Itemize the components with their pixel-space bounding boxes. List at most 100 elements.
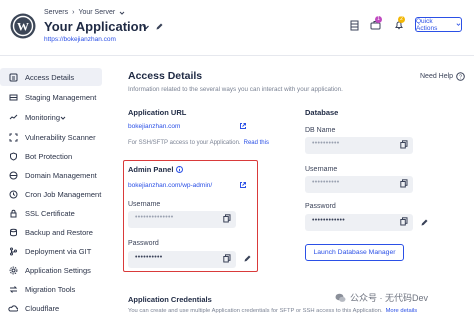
sidebar-item-label: Migration Tools — [25, 284, 76, 294]
watermark: 公众号 · 无代码Dev — [333, 290, 431, 305]
quick-actions-dropdown[interactable]: Quick Actions — [415, 17, 462, 32]
sidebar-item-label: Application Settings — [25, 265, 91, 275]
sidebar-item-label: Staging Management — [25, 92, 97, 102]
db-password-label: Password — [305, 203, 336, 210]
chevron-down-icon — [456, 23, 461, 26]
admin-password-field[interactable]: •••••••••• — [128, 251, 236, 268]
sidebar-item-access-details[interactable]: Access Details — [0, 68, 102, 86]
external-link-icon[interactable] — [239, 122, 247, 130]
copy-icon[interactable] — [223, 214, 231, 223]
breadcrumb-servers[interactable]: Servers — [44, 9, 68, 16]
need-help-link[interactable]: Need Help ? — [420, 72, 465, 81]
sidebar-item-staging-management[interactable]: Staging Management — [0, 88, 102, 106]
launch-database-manager-label: Launch Database Manager — [313, 249, 396, 256]
info-icon[interactable] — [176, 166, 184, 173]
copy-icon[interactable] — [223, 254, 231, 263]
page-title: Access Details — [128, 70, 203, 82]
admin-password-label: Password — [128, 240, 159, 247]
need-help-label: Need Help — [420, 73, 454, 80]
breadcrumb-separator: › — [72, 9, 75, 16]
edit-pencil-icon[interactable] — [155, 22, 164, 31]
external-link-icon[interactable] — [239, 181, 247, 189]
db-username-label: Username — [305, 166, 338, 173]
chevron-down-icon[interactable] — [119, 10, 125, 16]
sidebar-item-cron-job-management[interactable]: Cron Job Management — [0, 185, 102, 203]
credentials-note-text: You can create and use multiple Applicat… — [128, 308, 383, 314]
admin-username-value: •••••••••••••• — [135, 214, 174, 221]
access-icon — [8, 72, 18, 82]
git-icon — [8, 246, 18, 256]
copy-icon[interactable] — [400, 140, 408, 149]
page-subtitle: Information related to the several ways … — [128, 86, 343, 93]
monitoring-icon — [8, 112, 18, 122]
help-circle-icon: ? — [456, 72, 465, 81]
sidebar-item-label: Deployment via GIT — [25, 246, 92, 256]
credentials-note: You can create and use multiple Applicat… — [128, 308, 417, 314]
sidebar-item-domain-management[interactable]: Domain Management — [0, 166, 102, 184]
read-this-link[interactable]: Read this — [244, 140, 269, 146]
app-title: Your Application — [44, 19, 147, 34]
wechat-logo-icon — [335, 293, 346, 302]
alert-badge: 2 — [398, 16, 405, 23]
db-name-label: DB Name — [305, 127, 336, 134]
server-stack-icon[interactable] — [350, 20, 359, 31]
migration-icon — [8, 284, 18, 294]
sidebar-item-cloudflare[interactable]: Cloudflare — [0, 299, 102, 317]
app-switch-chevron-icon[interactable] — [142, 23, 150, 31]
svg-text:?: ? — [459, 75, 462, 81]
sidebar: Access Details Staging Management Monito… — [0, 68, 104, 319]
admin-username-label: Username — [128, 201, 161, 208]
sidebar-item-label: SSL Certificate — [25, 208, 75, 218]
sidebar-item-ssl-certificate[interactable]: SSL Certificate — [0, 204, 102, 222]
database-title: Database — [305, 108, 339, 117]
scanner-icon — [8, 132, 18, 142]
db-username-value: •••••••••• — [312, 179, 340, 186]
sidebar-item-label: Access Details — [25, 72, 75, 82]
db-username-field[interactable]: •••••••••• — [305, 176, 413, 193]
svg-text:W: W — [17, 20, 29, 34]
sidebar-item-migration-tools[interactable]: Migration Tools — [0, 280, 102, 298]
application-url-link[interactable]: bokejianzhan.com — [128, 123, 180, 130]
sidebar-item-monitoring[interactable]: Monitoring — [0, 108, 102, 126]
edit-db-password-pencil-icon[interactable] — [420, 218, 429, 227]
sidebar-item-label: Cloudflare — [25, 303, 60, 313]
cron-icon — [8, 189, 18, 199]
chevron-down-icon — [60, 116, 66, 120]
admin-panel-url-link[interactable]: bokejianzhan.com/wp-admin/ — [128, 182, 212, 189]
sidebar-item-label: Backup and Restore — [25, 227, 93, 237]
sidebar-item-vulnerability-scanner[interactable]: Vulnerability Scanner — [0, 128, 102, 146]
copy-icon[interactable] — [400, 179, 408, 188]
breadcrumb-server[interactable]: Your Server — [78, 9, 115, 16]
wordpress-logo-icon: W — [10, 13, 36, 39]
quick-actions-label: Quick Actions — [416, 17, 438, 32]
db-password-value: •••••••••••• — [312, 217, 346, 224]
copy-icon[interactable] — [400, 217, 408, 226]
sidebar-item-label: Vulnerability Scanner — [25, 132, 96, 142]
sftp-note-text: For SSH/SFTP access to your Application. — [128, 140, 241, 146]
sidebar-item-label: Cron Job Management — [25, 189, 102, 199]
launch-database-manager-button[interactable]: Launch Database Manager — [305, 244, 404, 261]
watermark-text: 公众号 · 无代码Dev — [350, 293, 429, 303]
db-password-field[interactable]: •••••••••••• — [305, 214, 413, 231]
sidebar-item-bot-protection[interactable]: Bot Protection — [0, 147, 102, 165]
more-details-link[interactable]: More details — [386, 308, 418, 314]
app-url-link[interactable]: https://bokejianzhan.com — [44, 36, 116, 43]
sftp-note: For SSH/SFTP access to your Application.… — [128, 140, 269, 146]
application-credentials-title: Application Credentials — [128, 295, 212, 304]
application-url-title: Application URL — [128, 108, 187, 117]
sidebar-item-backup-and-restore[interactable]: Backup and Restore — [0, 223, 102, 241]
header-divider — [0, 55, 474, 56]
bot-icon — [8, 151, 18, 161]
sidebar-item-deployment-via-git[interactable]: Deployment via GIT — [0, 242, 102, 260]
edit-password-pencil-icon[interactable] — [243, 254, 252, 263]
breadcrumb: Servers › Your Server — [44, 9, 125, 16]
cloudflare-icon — [8, 303, 18, 313]
sidebar-item-label: Bot Protection — [25, 151, 73, 161]
settings-icon — [8, 265, 18, 275]
sidebar-item-label: Domain Management — [25, 170, 97, 180]
db-name-field[interactable]: •••••••••• — [305, 137, 413, 154]
admin-username-field[interactable]: •••••••••••••• — [128, 211, 236, 228]
staging-icon — [8, 92, 18, 102]
db-name-value: •••••••••• — [312, 140, 340, 147]
sidebar-item-application-settings[interactable]: Application Settings — [0, 261, 102, 279]
